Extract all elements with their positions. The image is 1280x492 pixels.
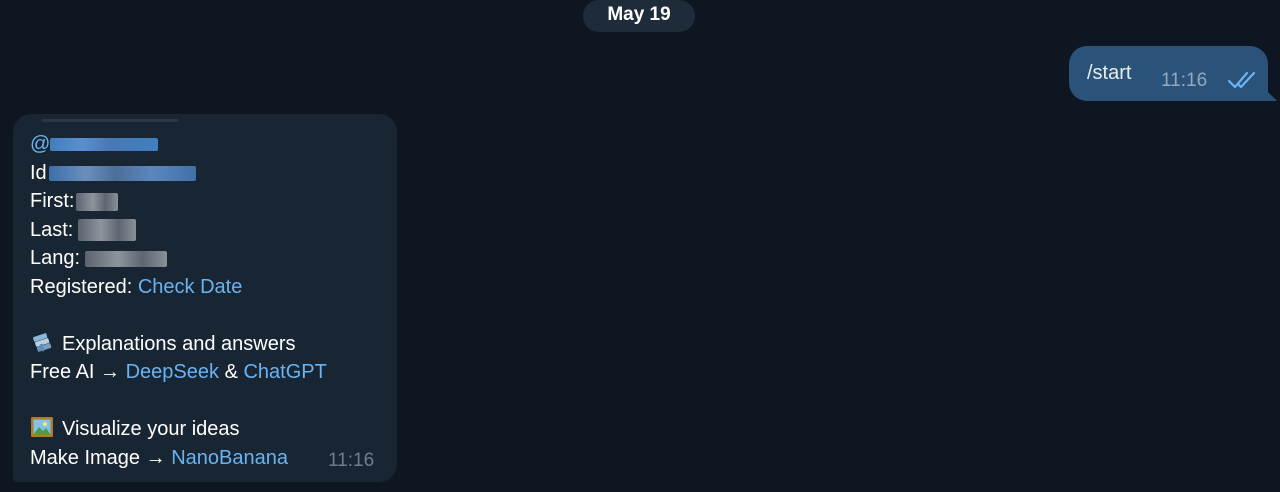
deepseek-link[interactable]: DeepSeek bbox=[126, 361, 219, 383]
username-link[interactable]: @ bbox=[30, 133, 159, 155]
books-icon bbox=[32, 332, 52, 352]
language-label: Lang: bbox=[30, 247, 81, 269]
check-date-link[interactable]: Check Date bbox=[138, 276, 243, 298]
date-separator: May 19 bbox=[583, 0, 695, 32]
incoming-message[interactable]: @ Id First: Last: Lang: Registered: Chec… bbox=[13, 114, 397, 482]
last-name-label: Last: bbox=[30, 218, 74, 241]
id-line: Id bbox=[30, 159, 327, 188]
make-image-line: Make Image → NanoBanana bbox=[30, 444, 327, 473]
free-ai-line: Free AI → DeepSeek & ChatGPT bbox=[30, 358, 327, 387]
redacted-last-name bbox=[78, 219, 137, 242]
free-ai-label: Free AI bbox=[30, 361, 95, 383]
registered-line: Registered: Check Date bbox=[30, 273, 327, 302]
incoming-message-time: 11:16 bbox=[328, 450, 375, 471]
arrow-symbol: → bbox=[145, 446, 166, 469]
make-image-label: Make Image bbox=[30, 446, 141, 469]
redacted-first-name bbox=[76, 192, 119, 211]
redacted-id bbox=[48, 165, 196, 181]
bubble-tail bbox=[1265, 89, 1277, 101]
username-line: @ bbox=[30, 119, 327, 159]
double-check-icon bbox=[1227, 71, 1256, 89]
nanobanana-link[interactable]: NanoBanana bbox=[171, 447, 288, 469]
arrow-symbol: → bbox=[100, 361, 121, 383]
visualize-line: Visualize your ideas bbox=[30, 415, 327, 444]
ampersand: & bbox=[224, 361, 238, 383]
first-name-label: First: bbox=[30, 190, 75, 212]
outgoing-message-time: 11:16 bbox=[1161, 70, 1208, 91]
framed-picture-icon bbox=[31, 417, 53, 437]
explanations-line: Explanations and answers bbox=[30, 330, 327, 359]
visualize-title: Visualize your ideas bbox=[62, 418, 240, 440]
last-name-line: Last: bbox=[30, 216, 327, 245]
redacted-username bbox=[50, 138, 159, 151]
chat-area: May 19 /start 11:16 @ Id First: Last: La… bbox=[0, 0, 1280, 492]
explanations-title: Explanations and answers bbox=[62, 332, 296, 355]
id-label: Id bbox=[30, 161, 47, 184]
language-line: Lang: bbox=[30, 244, 327, 273]
redacted-language bbox=[85, 250, 168, 267]
outgoing-message-text: /start bbox=[1087, 62, 1132, 84]
registered-label: Registered: bbox=[30, 275, 133, 298]
first-name-line: First: bbox=[30, 187, 327, 216]
redacted-overline bbox=[42, 119, 178, 122]
outgoing-message[interactable]: /start 11:16 bbox=[1069, 46, 1277, 101]
chatgpt-link[interactable]: ChatGPT bbox=[243, 361, 326, 383]
